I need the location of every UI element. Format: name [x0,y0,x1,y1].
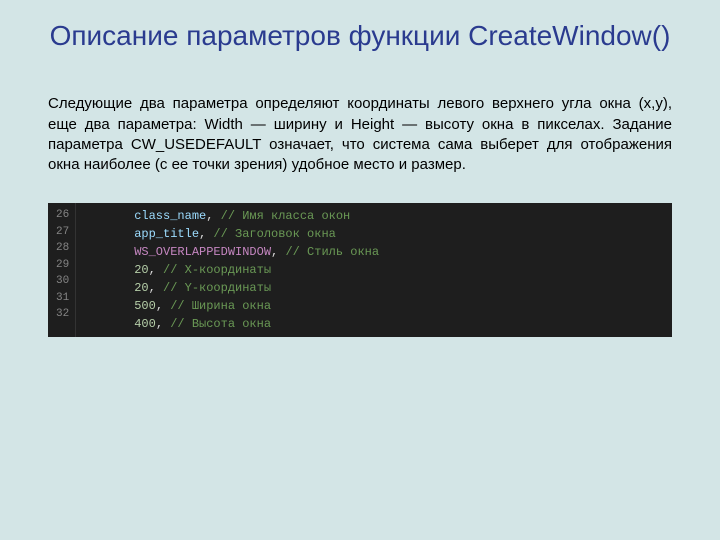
code-comment: // Ширина окна [170,299,271,313]
line-number: 28 [56,240,69,257]
page-title: Описание параметров функции CreateWindow… [0,0,720,54]
code-line: 20, // Y-координаты [86,279,672,297]
code-line: app_title, // Заголовок окна [86,225,672,243]
code-punct: , [149,263,163,277]
code-comment: // Имя класса окон [221,209,351,223]
code-token: WS_OVERLAPPEDWINDOW [134,245,271,259]
code-punct: , [271,245,285,259]
line-number: 32 [56,306,69,323]
code-token: 20 [134,281,148,295]
code-punct: , [199,227,213,241]
code-punct: , [156,317,170,331]
code-token: app_title [134,227,199,241]
code-token: 400 [134,317,156,331]
code-comment: // X-координаты [163,263,271,277]
line-number: 29 [56,257,69,274]
line-number: 31 [56,290,69,307]
code-line: 400, // Высота окна [86,315,672,333]
code-line: class_name, // Имя класса окон [86,207,672,225]
line-number: 27 [56,224,69,241]
line-number: 26 [56,207,69,224]
code-gutter: 26272829303132 [48,203,76,337]
code-comment: // Высота окна [170,317,271,331]
line-number: 30 [56,273,69,290]
code-comment: // Заголовок окна [213,227,335,241]
code-line: 500, // Ширина окна [86,297,672,315]
code-token: class_name [134,209,206,223]
description-paragraph: Следующие два параметра определяют коорд… [0,54,720,175]
code-line: 20, // X-координаты [86,261,672,279]
code-punct: , [156,299,170,313]
code-comment: // Стиль окна [285,245,379,259]
code-token: 500 [134,299,156,313]
code-block: 26272829303132 class_name, // Имя класса… [48,203,672,337]
code-punct: , [206,209,220,223]
code-comment: // Y-координаты [163,281,271,295]
code-line: WS_OVERLAPPEDWINDOW, // Стиль окна [86,243,672,261]
code-body: class_name, // Имя класса оконapp_title,… [76,203,672,337]
code-punct: , [149,281,163,295]
code-token: 20 [134,263,148,277]
